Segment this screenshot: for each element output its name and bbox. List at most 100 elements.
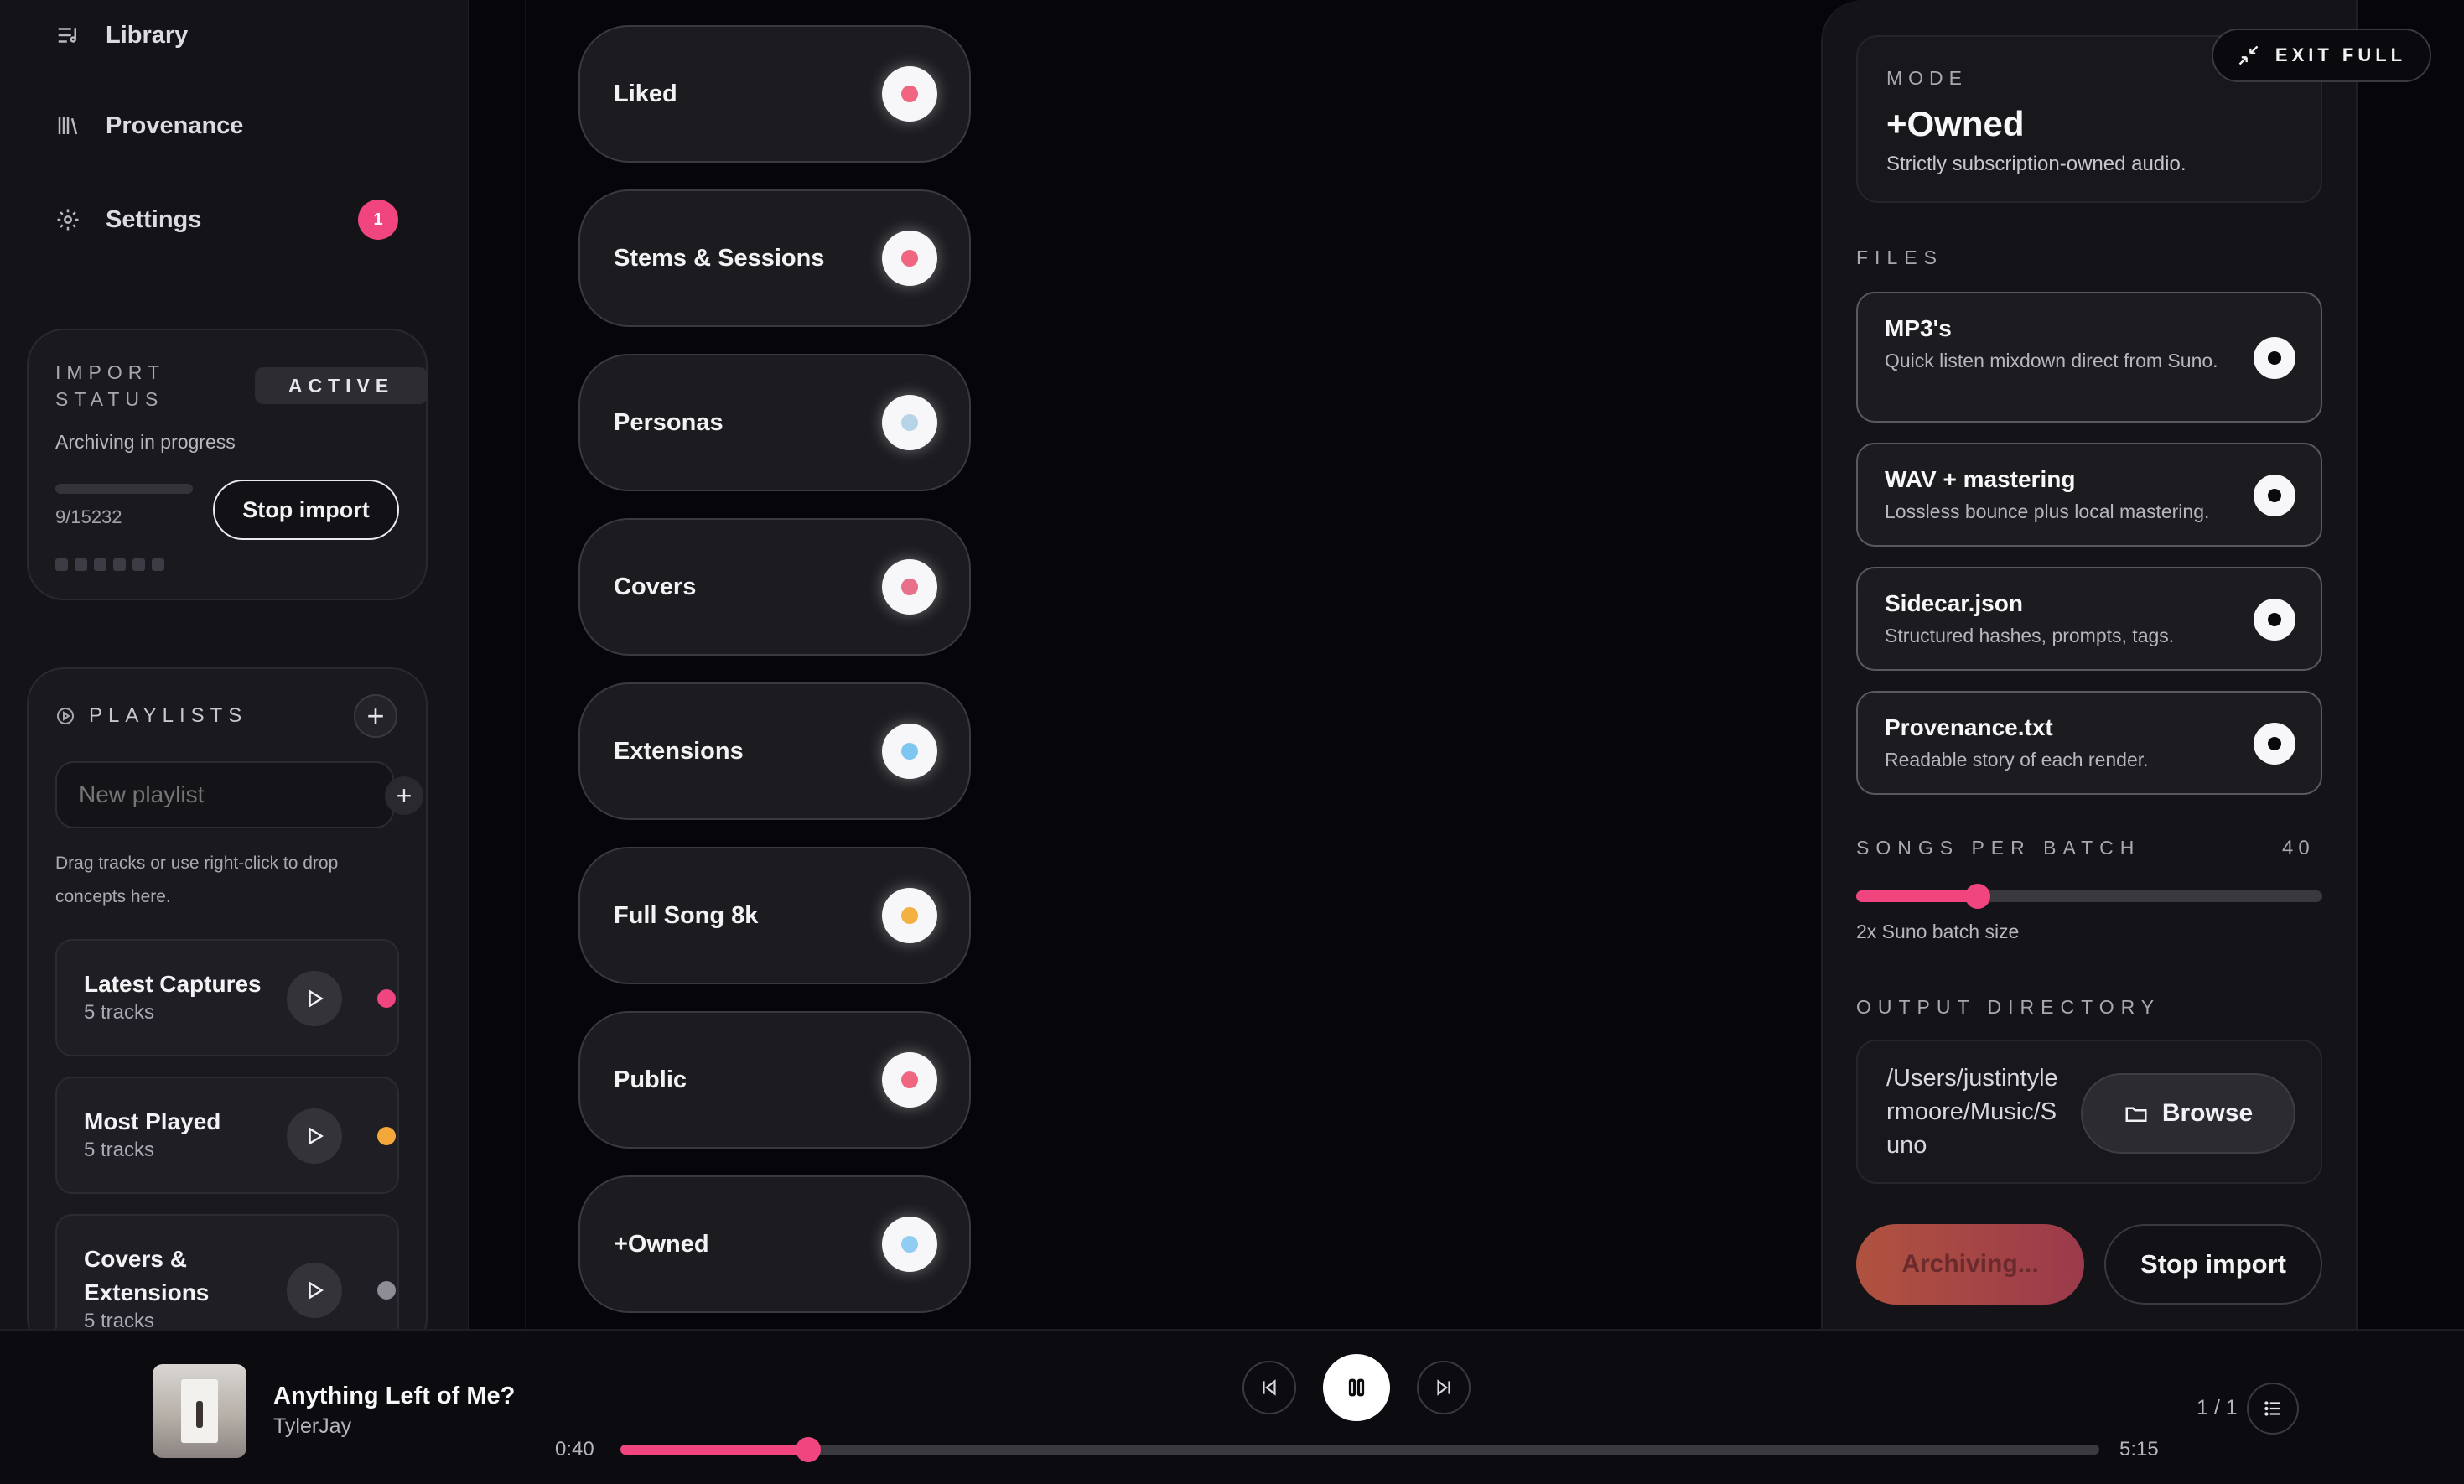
archiving-button[interactable]: Archiving... bbox=[1856, 1224, 2084, 1305]
playlist-name: Latest Captures bbox=[84, 971, 262, 997]
add-playlist-button[interactable]: + bbox=[354, 694, 397, 738]
files-caption: FILES bbox=[1856, 246, 1943, 268]
file-option-sidecar[interactable]: Sidecar.json Structured hashes, prompts,… bbox=[1856, 567, 2322, 671]
playlist-count: 5 tracks bbox=[84, 1001, 155, 1024]
filter-toggle-owned[interactable]: +Owned bbox=[578, 1175, 971, 1313]
queue-button[interactable] bbox=[2247, 1383, 2299, 1435]
play-playlist-button[interactable] bbox=[287, 1263, 342, 1318]
playlist-item[interactable]: Most Played 5 tracks bbox=[55, 1077, 399, 1194]
play-icon bbox=[309, 1127, 324, 1145]
toggle-knob bbox=[882, 724, 937, 779]
filter-toggle-public[interactable]: Public bbox=[578, 1011, 971, 1149]
play-playlist-button[interactable] bbox=[287, 971, 342, 1026]
progress-slider[interactable] bbox=[620, 1437, 2099, 1462]
list-icon bbox=[2264, 1401, 2280, 1416]
play-playlist-button[interactable] bbox=[287, 1108, 342, 1164]
playlist-count: 5 tracks bbox=[84, 1139, 155, 1161]
mode-title: +Owned bbox=[1886, 104, 2025, 143]
previous-button[interactable] bbox=[1242, 1361, 1296, 1414]
progress-thumb[interactable] bbox=[796, 1437, 822, 1462]
output-path: /Users/justintylermoore/Music/Suno bbox=[1886, 1065, 2058, 1159]
divider bbox=[525, 0, 526, 1329]
file-radio[interactable] bbox=[2254, 723, 2295, 765]
playlists-title: PLAYLISTS bbox=[89, 704, 248, 727]
playlists-hint: Drag tracks or use right-click to drop c… bbox=[55, 854, 339, 906]
exit-label: EXIT FULL bbox=[2275, 44, 2407, 65]
import-dots bbox=[55, 558, 164, 571]
filter-label: Personas bbox=[614, 408, 724, 436]
filter-toggle-extensions[interactable]: Extensions bbox=[578, 682, 971, 820]
queue-count: 1 / 1 bbox=[2197, 1396, 2238, 1419]
provenance-icon bbox=[54, 112, 82, 140]
playlist-name: Covers & Extensions bbox=[84, 1246, 210, 1305]
filter-label: +Owned bbox=[614, 1230, 709, 1258]
toggle-knob bbox=[882, 231, 937, 286]
exit-fullscreen-button[interactable]: EXIT FULL bbox=[2212, 29, 2431, 82]
settings-badge: 1 bbox=[358, 200, 398, 240]
batch-subtitle: 2x Suno batch size bbox=[1856, 921, 2020, 942]
filter-label: Stems & Sessions bbox=[614, 244, 825, 272]
nav-label: Provenance bbox=[106, 112, 244, 139]
play-circle-icon bbox=[55, 706, 75, 726]
toggle-knob bbox=[882, 1052, 937, 1108]
nav-item-library[interactable]: Library bbox=[54, 10, 406, 60]
toggle-knob bbox=[882, 559, 937, 615]
playlist-name: Most Played bbox=[84, 1108, 221, 1134]
new-playlist-input[interactable] bbox=[55, 761, 394, 828]
file-radio[interactable] bbox=[2254, 337, 2295, 379]
filter-label: Public bbox=[614, 1066, 687, 1093]
playlist-color-dot bbox=[377, 989, 396, 1008]
slider-thumb[interactable] bbox=[1964, 884, 1990, 909]
current-time: 0:40 bbox=[555, 1438, 594, 1461]
progress-fill bbox=[620, 1445, 809, 1455]
track-title: Anything Left of Me? bbox=[273, 1383, 516, 1409]
stop-import-button[interactable]: Stop import bbox=[2104, 1224, 2322, 1305]
playlists-card: PLAYLISTS + + Drag tracks or use right-c… bbox=[27, 667, 428, 1365]
filter-toggle-personas[interactable]: Personas bbox=[578, 354, 971, 491]
batch-slider[interactable] bbox=[1856, 884, 2322, 909]
player-bar: Anything Left of Me? TylerJay 0:40 5:15 … bbox=[0, 1329, 2464, 1484]
pause-button[interactable] bbox=[1323, 1354, 1390, 1421]
status-badge: ACTIVE bbox=[255, 367, 428, 404]
filter-label: Extensions bbox=[614, 737, 744, 765]
batch-value: 40 bbox=[2282, 837, 2315, 859]
filter-toggle-stems[interactable]: Stems & Sessions bbox=[578, 189, 971, 327]
filter-toggle-liked[interactable]: Liked bbox=[578, 25, 971, 163]
file-title: WAV + mastering bbox=[1885, 466, 2076, 492]
file-radio[interactable] bbox=[2254, 475, 2295, 516]
track-artist: TylerJay bbox=[273, 1414, 352, 1438]
filter-label: Full Song 8k bbox=[614, 901, 759, 929]
file-option-mp3[interactable]: MP3's Quick listen mixdown direct from S… bbox=[1856, 292, 2322, 423]
file-radio[interactable] bbox=[2254, 599, 2295, 641]
browse-button[interactable]: Browse bbox=[2081, 1073, 2295, 1154]
play-icon bbox=[309, 989, 324, 1008]
file-desc: Quick listen mixdown direct from Suno. bbox=[1885, 350, 2218, 371]
nav-item-provenance[interactable]: Provenance bbox=[54, 101, 406, 151]
next-button[interactable] bbox=[1417, 1361, 1471, 1414]
nav-label: Settings bbox=[106, 205, 202, 233]
slider-fill bbox=[1856, 890, 1978, 902]
file-option-wav[interactable]: WAV + mastering Lossless bounce plus loc… bbox=[1856, 443, 2322, 547]
toggle-knob bbox=[882, 66, 937, 122]
create-playlist-button[interactable]: + bbox=[385, 776, 423, 815]
play-icon bbox=[309, 1281, 324, 1300]
file-desc: Readable story of each render. bbox=[1885, 749, 2149, 771]
output-directory-card: /Users/justintylermoore/Music/Suno Brows… bbox=[1856, 1040, 2322, 1184]
playlist-item[interactable]: Latest Captures 5 tracks bbox=[55, 939, 399, 1056]
skip-back-icon bbox=[1263, 1379, 1276, 1396]
import-progress-bar bbox=[55, 484, 193, 494]
collapse-icon bbox=[2238, 45, 2259, 65]
import-status-title: IMPORT STATUS bbox=[55, 361, 165, 410]
nav-item-settings[interactable]: Settings bbox=[54, 195, 406, 245]
file-option-provenance[interactable]: Provenance.txt Readable story of each re… bbox=[1856, 691, 2322, 795]
filter-toggle-covers[interactable]: Covers bbox=[578, 518, 971, 656]
total-time: 5:15 bbox=[2119, 1438, 2159, 1461]
import-status-subtitle: Archiving in progress bbox=[55, 431, 236, 453]
file-title: Provenance.txt bbox=[1885, 714, 2053, 740]
album-cover[interactable] bbox=[153, 1364, 246, 1458]
file-desc: Structured hashes, prompts, tags. bbox=[1885, 625, 2175, 646]
nav-label: Library bbox=[106, 21, 189, 49]
filter-toggle-full-song[interactable]: Full Song 8k bbox=[578, 847, 971, 984]
file-desc: Lossless bounce plus local mastering. bbox=[1885, 501, 2210, 522]
stop-import-button[interactable]: Stop import bbox=[213, 480, 399, 540]
